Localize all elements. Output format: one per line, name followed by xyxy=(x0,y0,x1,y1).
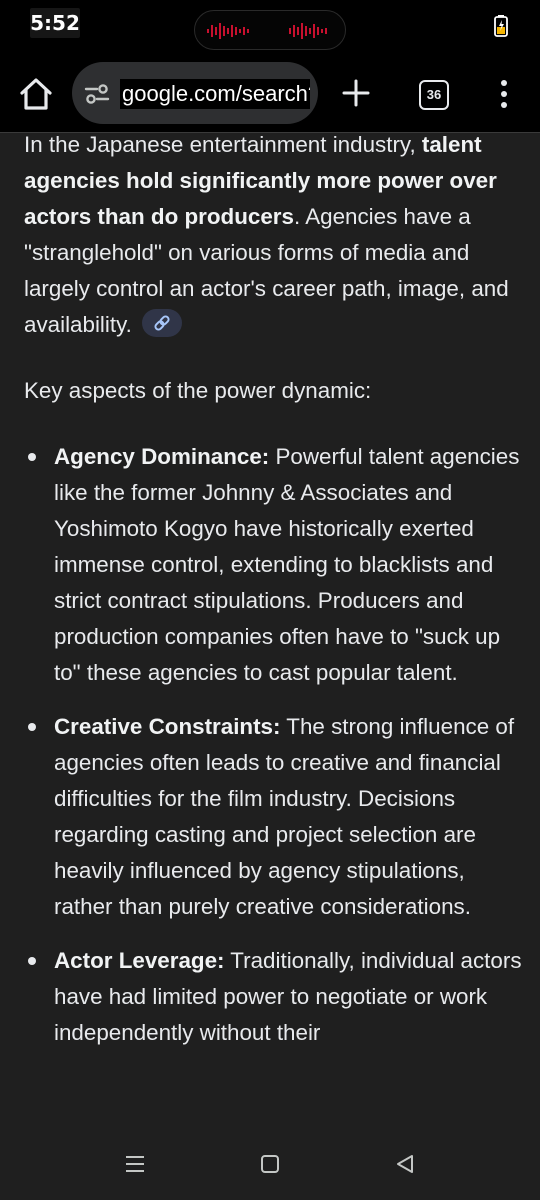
bullet-title: Agency Dominance: xyxy=(54,444,270,469)
bullet-dot xyxy=(28,453,36,461)
ai-overview-text: In the Japanese entertainment industry, … xyxy=(24,133,524,1069)
system-nav-bar xyxy=(0,1133,540,1200)
intro-paragraph: In the Japanese entertainment industry, … xyxy=(24,133,524,343)
bullet-text: The strong influence of agencies often l… xyxy=(54,714,515,919)
page-content[interactable]: In the Japanese entertainment industry, … xyxy=(0,133,540,1133)
site-settings-icon[interactable] xyxy=(84,81,110,107)
more-vert-icon[interactable] xyxy=(494,78,514,110)
status-time: 5:52 xyxy=(30,8,80,38)
source-link-button[interactable] xyxy=(142,309,183,338)
list-item: Actor Leverage: Traditionally, individua… xyxy=(24,943,524,1051)
recents-icon[interactable] xyxy=(124,1153,146,1180)
intro-text-1: In the Japanese entertainment industry, xyxy=(24,133,422,157)
list-item: Agency Dominance: Powerful talent agenci… xyxy=(24,439,524,691)
back-icon[interactable] xyxy=(394,1153,416,1180)
list-item: Creative Constraints: The strong influen… xyxy=(24,709,524,925)
status-bar: 5:52 xyxy=(0,0,540,52)
subheading: Key aspects of the power dynamic: xyxy=(24,378,372,403)
camera-cutout-indicator xyxy=(194,10,346,50)
battery-charging-icon xyxy=(494,15,508,42)
url-text[interactable]: google.com/search? xyxy=(120,79,310,109)
url-bar[interactable]: google.com/search? xyxy=(72,62,318,124)
browser-toolbar: google.com/search? 36 xyxy=(0,52,540,132)
bullet-list: Agency Dominance: Powerful talent agenci… xyxy=(24,439,524,1051)
tab-switcher-icon[interactable]: 36 xyxy=(419,80,449,110)
plus-icon[interactable] xyxy=(340,77,372,109)
bullet-text: Powerful talent agencies like the former… xyxy=(54,444,520,685)
home-nav-icon[interactable] xyxy=(260,1153,280,1180)
home-icon[interactable] xyxy=(16,74,56,114)
bullet-title: Actor Leverage: xyxy=(54,948,225,973)
bullet-dot xyxy=(28,723,36,731)
bullet-dot xyxy=(28,957,36,965)
bullet-title: Creative Constraints: xyxy=(54,714,281,739)
